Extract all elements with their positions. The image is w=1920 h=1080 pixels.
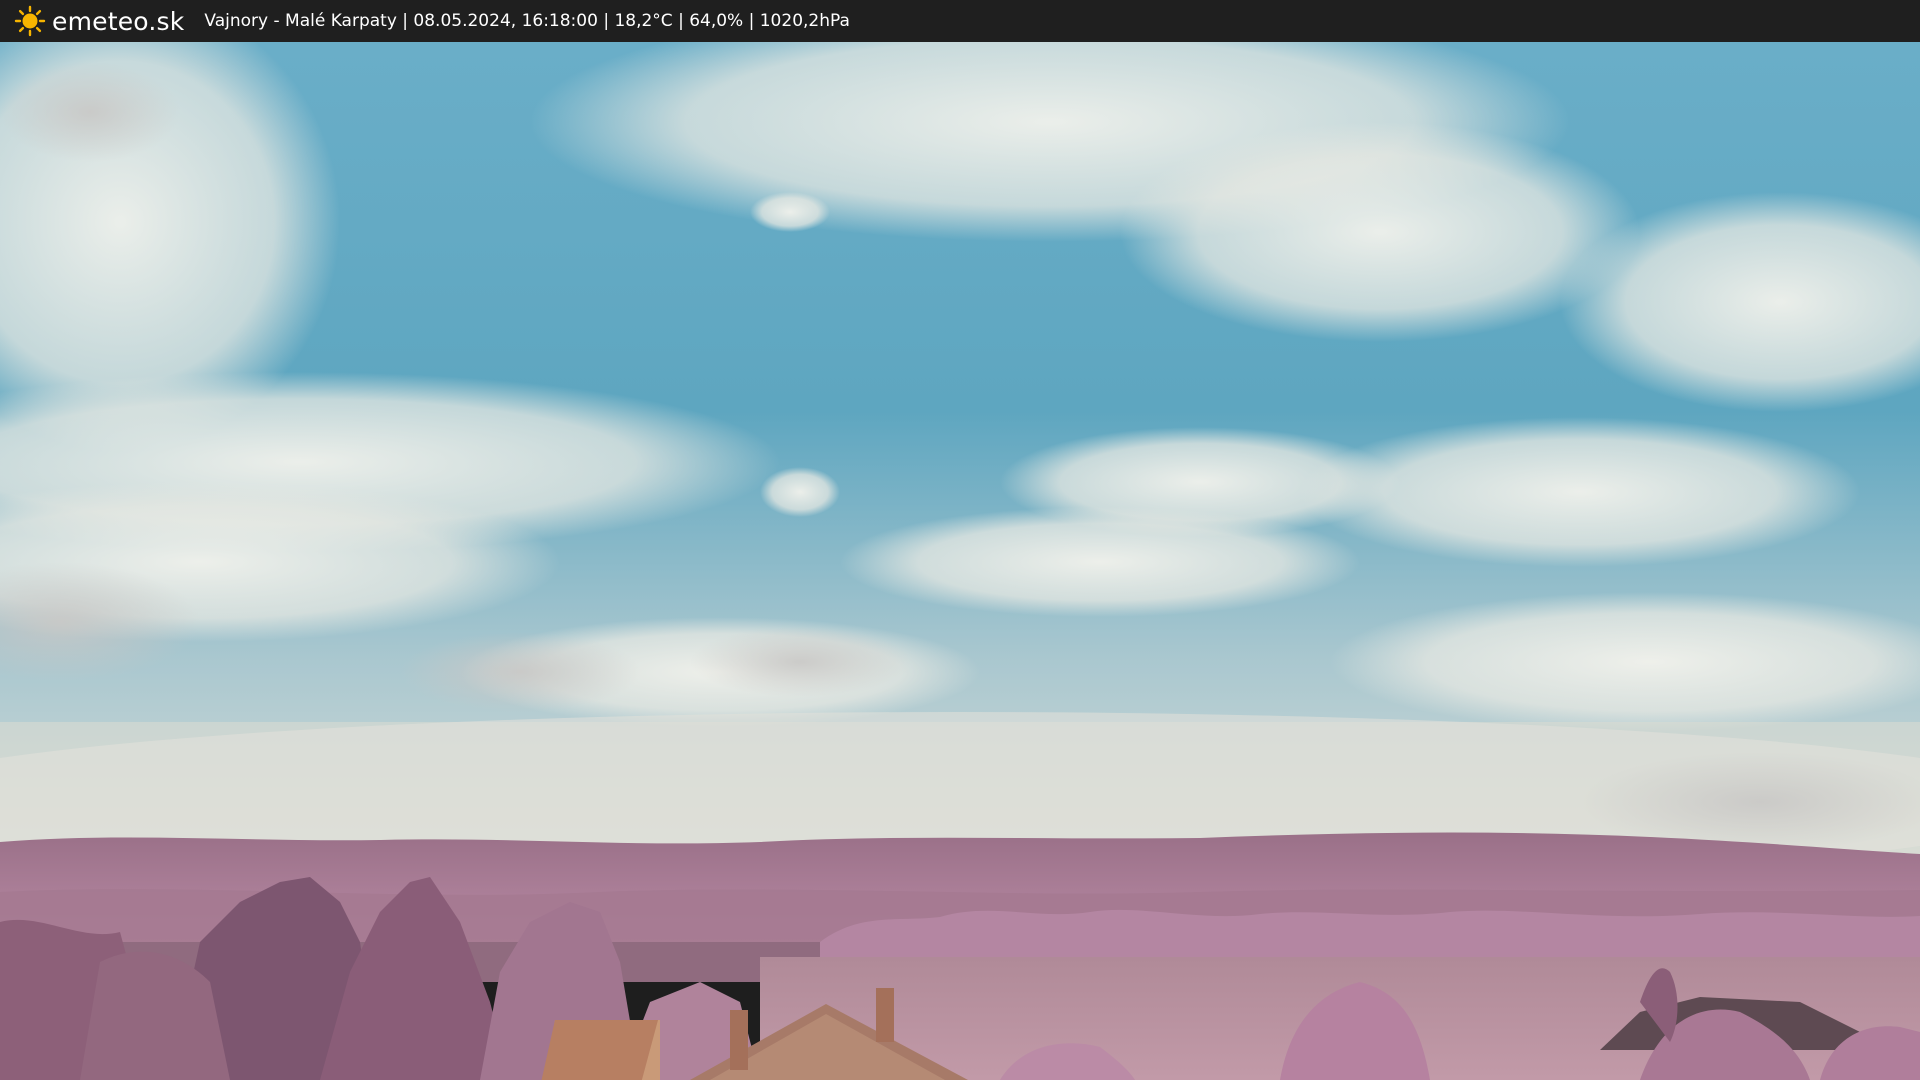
webcam-image bbox=[0, 42, 1920, 1080]
header-bar: emeteo.sk Vajnory - Malé Karpaty | 08.05… bbox=[0, 0, 1920, 42]
logo[interactable]: emeteo.sk bbox=[14, 5, 184, 37]
webcam-info: Vajnory - Malé Karpaty | 08.05.2024, 16:… bbox=[204, 11, 850, 31]
brand-name: emeteo.sk bbox=[52, 6, 185, 36]
sun-icon bbox=[14, 5, 46, 37]
